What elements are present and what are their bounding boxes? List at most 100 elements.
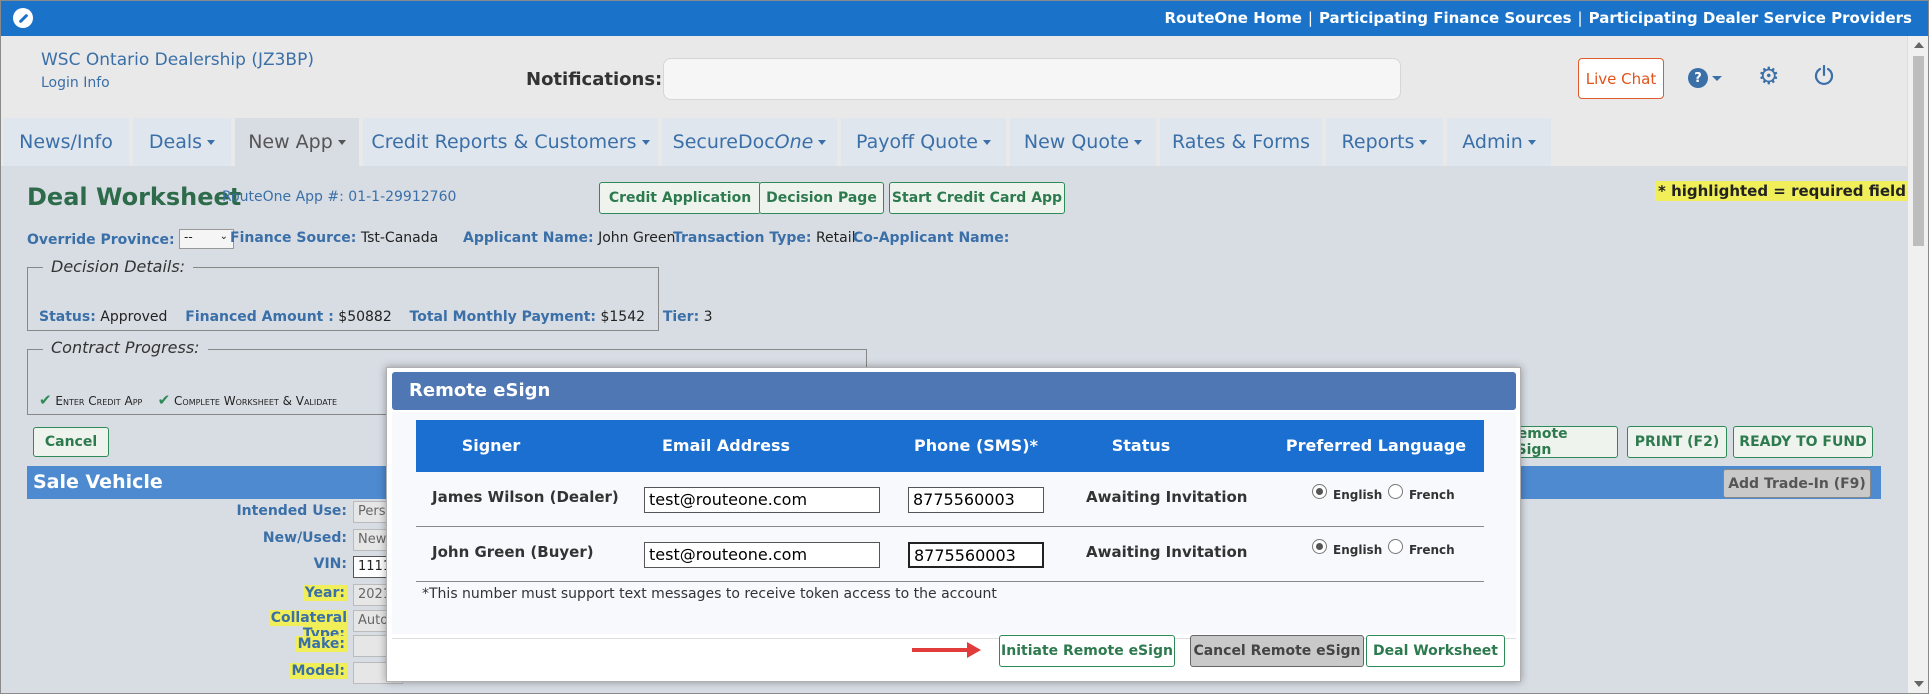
transaction-type-value: Retail	[815, 230, 856, 246]
link-separator: |	[1307, 9, 1313, 27]
chevron-down-icon	[1419, 139, 1428, 145]
scroll-thumb[interactable]	[1913, 56, 1924, 246]
field-label: VIN:	[313, 556, 347, 572]
ready-to-fund-button[interactable]: READY TO FUND	[1733, 426, 1873, 458]
arrow-right-icon	[967, 642, 981, 658]
chevron-down-icon: ⌄	[219, 231, 229, 242]
red-arrow-shaft	[912, 648, 970, 652]
cancel-remote-esign-button[interactable]: Cancel Remote eSign	[1190, 635, 1364, 667]
new-used-label: New/Used:	[227, 530, 347, 546]
french-radio-label: French	[1409, 543, 1455, 557]
chevron-down-icon	[337, 139, 346, 145]
english-radio[interactable]	[1312, 484, 1327, 499]
tab-payoff-quote[interactable]: Payoff Quote	[841, 118, 1008, 166]
applicant-name-row: Applicant Name: John Green	[463, 230, 675, 246]
signer-name: James Wilson (Dealer)	[432, 488, 619, 506]
scroll-up-icon[interactable]	[1914, 42, 1924, 48]
chevron-down-icon	[1527, 139, 1536, 145]
field-label: Make:	[295, 636, 347, 652]
check-icon: ✔	[39, 391, 52, 409]
routeone-logo-icon[interactable]	[13, 8, 33, 28]
field-label: New/Used:	[262, 530, 347, 546]
table-row: James Wilson (Dealer) test@routeone.com …	[416, 472, 1484, 527]
start-credit-card-app-button[interactable]: Start Credit Card App	[889, 182, 1065, 214]
transaction-type-label: Transaction Type:	[673, 230, 812, 246]
tab-new-app[interactable]: New App	[235, 118, 361, 166]
table-row: John Green (Buyer) test@routeone.com 877…	[416, 527, 1484, 582]
link-separator: |	[1577, 9, 1583, 27]
check-icon: ✔	[157, 391, 171, 409]
financed-amount-value: $50882	[338, 309, 392, 325]
tab-label: Admin	[1462, 131, 1523, 153]
modal-title: Remote eSign	[392, 372, 1516, 410]
finance-source-value: Tst-Canada	[360, 230, 439, 246]
tier-value: 3	[703, 309, 713, 325]
chevron-down-icon	[207, 139, 216, 145]
email-field[interactable]: test@routeone.com	[644, 542, 880, 568]
column-header-status: Status	[1111, 436, 1171, 455]
english-radio[interactable]	[1312, 539, 1327, 554]
column-header-email: Email Address	[661, 436, 790, 455]
french-radio[interactable]	[1388, 539, 1403, 554]
main-nav-tabs: News/Info Deals New App Credit Reports &…	[1, 116, 1907, 166]
tab-label: News/Info	[19, 131, 113, 153]
live-chat-button[interactable]: Live Chat	[1578, 58, 1664, 99]
participating-finance-sources-link[interactable]: Participating Finance Sources	[1319, 9, 1572, 27]
field-label: Model:	[289, 663, 347, 679]
add-trade-in-button[interactable]: Add Trade-In (F9)	[1723, 469, 1871, 498]
applicant-name-value: John Green	[598, 230, 676, 246]
phone-field[interactable]: 8775560003	[908, 487, 1044, 513]
tab-news-info[interactable]: News/Info	[3, 118, 131, 166]
credit-application-button[interactable]: Credit Application	[599, 182, 761, 214]
financed-amount-label: Financed Amount :	[185, 309, 334, 325]
override-province-select[interactable]: -- ⌄	[179, 229, 235, 249]
phone-field[interactable]: 8775560003	[908, 542, 1044, 568]
tab-new-quote[interactable]: New Quote	[1010, 118, 1158, 166]
gear-icon[interactable]: ⚙	[1758, 64, 1780, 88]
notifications-label: Notifications:	[526, 69, 663, 90]
chevron-down-icon	[641, 139, 650, 145]
notifications-box[interactable]	[663, 58, 1401, 100]
decision-page-button[interactable]: Decision Page	[759, 182, 884, 214]
tab-label-italic: One	[774, 131, 814, 153]
power-icon[interactable]	[1813, 64, 1835, 86]
routeone-home-link[interactable]: RouteOne Home	[1165, 9, 1302, 27]
vertical-scrollbar[interactable]	[1907, 36, 1928, 693]
vin-label: VIN:	[227, 556, 347, 572]
decision-details-legend: Decision Details:	[43, 257, 194, 276]
progress-step: Complete Worksheet & Validate	[174, 394, 338, 408]
tab-reports[interactable]: Reports	[1326, 118, 1445, 166]
tab-label: Credit Reports & Customers	[371, 131, 637, 153]
tab-label: New Quote	[1023, 131, 1130, 153]
email-field[interactable]: test@routeone.com	[644, 487, 880, 513]
tab-credit-reports-customers[interactable]: Credit Reports & Customers	[363, 118, 660, 166]
french-radio[interactable]	[1388, 484, 1403, 499]
tab-rates-forms[interactable]: Rates & Forms	[1160, 118, 1324, 166]
override-province-row: Override Province: -- ⌄	[27, 229, 235, 250]
signer-status: Awaiting Invitation	[1086, 488, 1248, 506]
status-label: Status:	[39, 309, 96, 325]
column-header-phone: Phone (SMS)*	[914, 436, 1038, 455]
tab-label: SecureDoc	[672, 131, 775, 153]
tab-deals[interactable]: Deals	[133, 118, 233, 166]
tier-label: Tier:	[662, 309, 700, 325]
cancel-button[interactable]: Cancel	[33, 427, 109, 457]
print-button[interactable]: PRINT (F2)	[1627, 426, 1727, 458]
remote-esign-modal: Remote eSign Signer Email Address Phone …	[386, 367, 1521, 682]
initiate-remote-esign-button[interactable]: Initiate Remote eSign	[999, 635, 1175, 667]
header: WSC Ontario Dealership (JZ3BP) Login Inf…	[1, 36, 1907, 116]
chevron-down-icon[interactable]	[1712, 76, 1722, 81]
participating-dealer-service-providers-link[interactable]: Participating Dealer Service Providers	[1589, 9, 1912, 27]
top-bar: RouteOne Home | Participating Finance So…	[1, 1, 1928, 36]
scroll-down-icon[interactable]	[1914, 681, 1924, 687]
login-info-link[interactable]: Login Info	[41, 75, 110, 91]
deal-worksheet-button[interactable]: Deal Worksheet	[1366, 635, 1505, 667]
override-province-label: Override Province:	[27, 232, 175, 248]
model-label: Model:	[227, 663, 347, 679]
remote-esign-button[interactable]: Remote eSign	[1506, 426, 1618, 458]
tab-securedocone[interactable]: SecureDoc One	[662, 118, 839, 166]
help-icon[interactable]: ?	[1688, 68, 1708, 88]
status-value: Approved	[100, 309, 168, 325]
tab-admin[interactable]: Admin	[1447, 118, 1553, 166]
tab-label: Payoff Quote	[855, 131, 978, 153]
